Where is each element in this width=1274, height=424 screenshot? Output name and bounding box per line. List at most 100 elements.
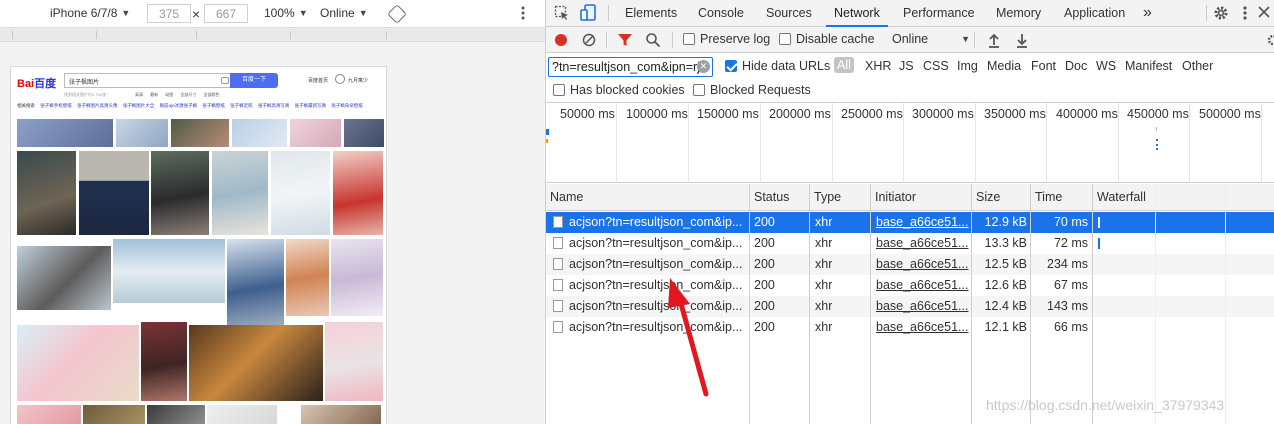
col-header-type[interactable]: Type <box>810 184 871 211</box>
network-settings-icon[interactable] <box>1266 33 1274 50</box>
request-initiator[interactable]: base_a66ce51... <box>876 296 970 317</box>
image-thumbnail[interactable] <box>331 239 383 316</box>
type-filter-js[interactable]: JS <box>899 59 914 73</box>
close-icon[interactable] <box>1257 5 1271 22</box>
camera-icon[interactable] <box>221 77 229 84</box>
related-link[interactable]: 张子枫图片大全 <box>123 103 155 108</box>
image-thumbnail[interactable] <box>227 239 284 329</box>
image-thumbnail[interactable] <box>116 119 168 147</box>
checkbox-box[interactable] <box>725 60 737 72</box>
network-throttle-select[interactable]: Online ▼ <box>892 32 970 46</box>
image-thumbnail[interactable] <box>301 405 381 424</box>
preserve-log-checkbox[interactable]: Preserve log <box>683 32 770 46</box>
rotate-icon[interactable] <box>387 4 407 24</box>
filter-input[interactable]: ?tn=resultjson_com&ipn=rj <box>548 57 713 77</box>
request-row[interactable]: acjson?tn=resultjson_com&ip... 200 xhr b… <box>546 254 1274 275</box>
checkbox-box[interactable] <box>683 33 695 45</box>
request-row[interactable]: acjson?tn=resultjson_com&ip... 200 xhr b… <box>546 212 1274 233</box>
image-thumbnail[interactable] <box>333 151 383 235</box>
checkbox-box[interactable] <box>693 84 705 96</box>
type-filter-manifest[interactable]: Manifest <box>1125 59 1172 73</box>
request-row[interactable]: acjson?tn=resultjson_com&ip... 200 xhr b… <box>546 233 1274 254</box>
type-filter-other[interactable]: Other <box>1182 59 1213 73</box>
device-select[interactable]: iPhone 6/7/8 ▼ <box>50 6 130 20</box>
viewport-height-input[interactable] <box>204 4 248 23</box>
image-thumbnail[interactable] <box>212 151 268 235</box>
search-input[interactable]: 张子枫图片 <box>64 73 234 88</box>
disable-cache-checkbox[interactable]: Disable cache <box>779 32 875 46</box>
image-thumbnail[interactable] <box>17 119 113 147</box>
export-har-icon[interactable] <box>1015 32 1029 51</box>
clear-filter-icon[interactable]: ✕ <box>697 60 710 73</box>
image-thumbnail[interactable] <box>271 151 330 235</box>
import-har-icon[interactable] <box>987 32 1001 51</box>
image-filters[interactable]: 高清 最新 动图 全部尺寸 全部颜色 <box>135 92 219 98</box>
viewport-width-input[interactable] <box>147 4 191 23</box>
image-thumbnail[interactable] <box>17 151 76 235</box>
col-header-initiator[interactable]: Initiator <box>871 184 972 211</box>
tab-console[interactable]: Console <box>698 0 744 27</box>
image-thumbnail[interactable] <box>171 119 229 147</box>
request-row[interactable]: acjson?tn=resultjson_com&ip... 200 xhr b… <box>546 275 1274 296</box>
image-thumbnail[interactable] <box>17 246 111 310</box>
checkbox-box[interactable] <box>553 84 565 96</box>
request-initiator[interactable]: base_a66ce51... <box>876 317 970 338</box>
related-link[interactable]: 张子枫壁纸 <box>202 103 225 108</box>
type-filter-all[interactable]: All <box>834 57 854 73</box>
type-filter-doc[interactable]: Doc <box>1065 59 1087 73</box>
checkbox-box[interactable] <box>779 33 791 45</box>
type-filter-xhr[interactable]: XHR <box>865 59 891 73</box>
avatar[interactable] <box>335 74 345 84</box>
col-header-waterfall[interactable]: Waterfall <box>1093 184 1274 211</box>
col-header-name[interactable]: Name <box>546 184 750 211</box>
col-header-size[interactable]: Size <box>972 184 1031 211</box>
related-link[interactable]: 张子枫手机壁纸 <box>40 103 72 108</box>
kebab-menu-icon[interactable] <box>1242 5 1248 24</box>
search-icon[interactable] <box>645 32 661 51</box>
tab-sources[interactable]: Sources <box>766 0 812 27</box>
image-thumbnail[interactable] <box>17 325 139 401</box>
gear-icon[interactable] <box>1213 5 1229 24</box>
hide-data-urls-checkbox[interactable]: Hide data URLs <box>725 59 830 73</box>
tab-memory[interactable]: Memory <box>996 0 1041 27</box>
related-link[interactable]: 张子枫图片高清头像 <box>77 103 118 108</box>
col-header-time[interactable]: Time <box>1031 184 1093 211</box>
image-thumbnail[interactable] <box>83 405 145 424</box>
image-thumbnail[interactable] <box>17 405 81 424</box>
network-overview[interactable]: 50000 ms 100000 ms 150000 ms 200000 ms 2… <box>546 103 1274 183</box>
related-link[interactable]: 眼前aje冰激张子枫 <box>160 103 198 108</box>
has-blocked-cookies-checkbox[interactable]: Has blocked cookies <box>553 83 685 97</box>
related-link[interactable]: 张子枫最新写真 <box>295 103 327 108</box>
type-filter-img[interactable]: Img <box>957 59 978 73</box>
tab-performance[interactable]: Performance <box>903 0 975 27</box>
request-initiator[interactable]: base_a66ce51... <box>876 233 970 254</box>
image-thumbnail[interactable] <box>189 325 323 401</box>
zoom-select[interactable]: 100% ▼ <box>264 6 308 20</box>
related-link[interactable]: 张子枫朵朵壁纸 <box>331 103 363 108</box>
request-initiator[interactable]: base_a66ce51... <box>876 212 970 233</box>
image-thumbnail[interactable] <box>232 119 287 147</box>
image-thumbnail[interactable] <box>113 239 225 303</box>
device-toolbar-icon[interactable] <box>580 4 598 25</box>
more-options-icon[interactable] <box>520 6 526 20</box>
more-tabs-icon[interactable]: » <box>1143 0 1152 27</box>
image-thumbnail[interactable] <box>151 151 209 235</box>
inspect-element-icon[interactable] <box>554 5 570 24</box>
request-initiator[interactable]: base_a66ce51... <box>876 275 970 296</box>
image-thumbnail[interactable] <box>344 119 384 147</box>
image-thumbnail[interactable] <box>141 322 187 401</box>
type-filter-ws[interactable]: WS <box>1096 59 1116 73</box>
search-button[interactable]: 百度一下 <box>230 73 278 88</box>
type-filter-font[interactable]: Font <box>1031 59 1056 73</box>
related-link[interactable]: 张子枫高清写真 <box>258 103 290 108</box>
related-link[interactable]: 张子枫近照 <box>230 103 253 108</box>
type-filter-media[interactable]: Media <box>987 59 1021 73</box>
clear-icon[interactable] <box>582 33 596 50</box>
type-filter-css[interactable]: CSS <box>923 59 949 73</box>
image-thumbnail[interactable] <box>286 239 329 316</box>
image-thumbnail[interactable] <box>79 151 149 235</box>
request-row[interactable]: acjson?tn=resultjson_com&ip... 200 xhr b… <box>546 317 1274 338</box>
blocked-requests-checkbox[interactable]: Blocked Requests <box>693 83 811 97</box>
baidu-logo[interactable]: Bai百度 <box>17 75 56 91</box>
image-thumbnail[interactable] <box>325 322 383 401</box>
